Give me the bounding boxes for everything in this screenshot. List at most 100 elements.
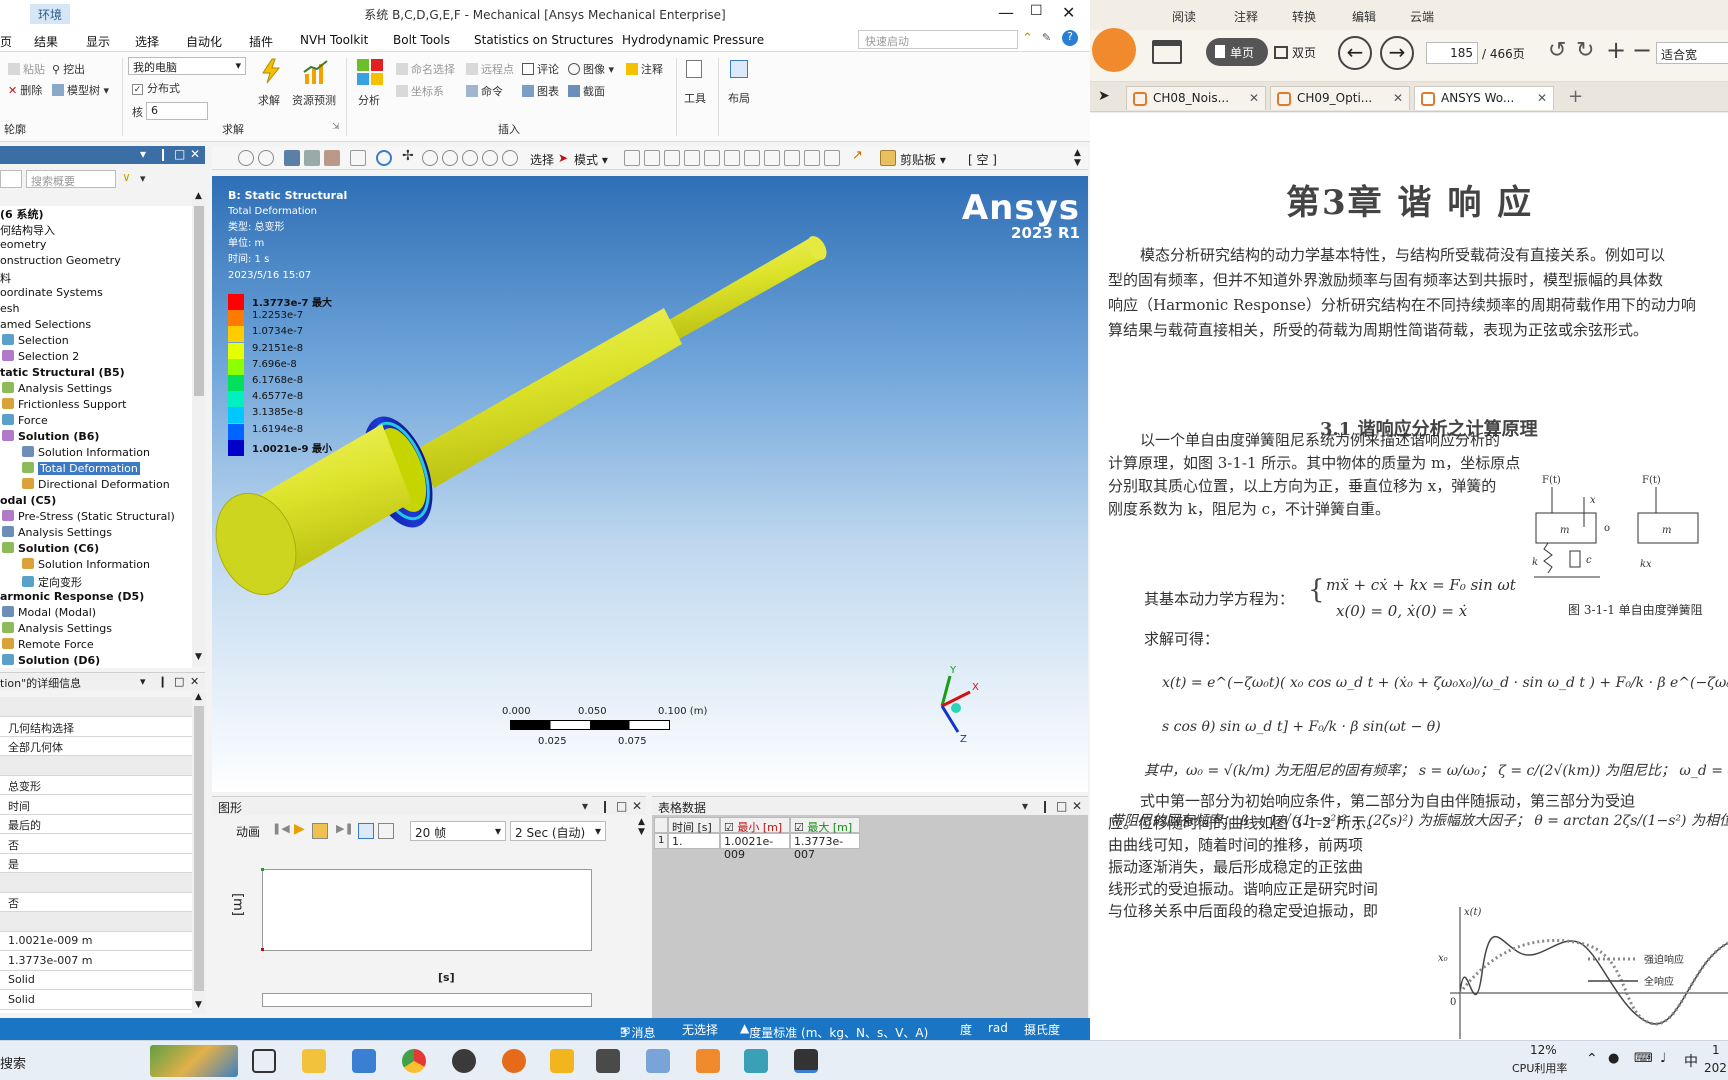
- select-all-icon[interactable]: [784, 150, 800, 166]
- coordinate-system-button[interactable]: 坐标系: [396, 83, 444, 99]
- select-node-icon[interactable]: [704, 150, 720, 166]
- tree-search-input[interactable]: 搜索概要: [26, 170, 116, 188]
- menu-read[interactable]: 阅读: [1172, 8, 1196, 25]
- zoom-fit-icon[interactable]: [462, 150, 478, 166]
- zoom-out-icon[interactable]: [258, 150, 274, 166]
- zoom-box-icon[interactable]: [442, 150, 458, 166]
- remote-point-button[interactable]: 远程点: [466, 61, 514, 77]
- temperature-unit-status[interactable]: 摄氏度: [1024, 1021, 1060, 1038]
- table-header-max[interactable]: ☑ 最大 [m]: [790, 817, 860, 834]
- microphone-tray-icon[interactable]: ●: [1608, 1051, 1619, 1066]
- close-tab-icon[interactable]: ✕: [1393, 91, 1403, 105]
- camera-app-icon[interactable]: [452, 1049, 476, 1073]
- zoom-in-icon[interactable]: +: [1606, 36, 1626, 64]
- image-button[interactable]: 图像 ▾: [568, 61, 614, 77]
- close-icon[interactable]: ✕: [632, 799, 642, 813]
- tree-node[interactable]: Solution Information: [22, 446, 150, 462]
- mechanical-app-icon[interactable]: [794, 1049, 818, 1073]
- table-header-min[interactable]: ☑ 最小 [m]: [720, 817, 790, 834]
- doc-tab-ch09[interactable]: CH09_Opti... ✕: [1270, 86, 1410, 110]
- tree-node[interactable]: Frictionless Support: [2, 398, 127, 414]
- next-frame-icon[interactable]: ▶❚: [336, 822, 354, 835]
- doc-tab-ch08[interactable]: CH08_Nois... ✕: [1126, 86, 1266, 110]
- tree-node[interactable]: Analysis Settings: [2, 382, 112, 398]
- tools-icon[interactable]: [686, 60, 702, 78]
- tree-node[interactable]: Remote Force: [2, 638, 94, 654]
- tree-node[interactable]: Force: [2, 414, 48, 430]
- single-page-button[interactable]: 单页: [1206, 38, 1268, 66]
- probe-icon[interactable]: [824, 150, 840, 166]
- select-edge-icon[interactable]: [644, 150, 660, 166]
- comment-button[interactable]: 评论: [522, 61, 559, 77]
- command-button[interactable]: 命令: [466, 83, 503, 99]
- stop-icon[interactable]: [312, 823, 328, 839]
- tab-automation[interactable]: 自动化: [186, 33, 222, 50]
- tab-addins[interactable]: 插件: [249, 33, 273, 50]
- pin-icon[interactable]: ❙: [158, 147, 168, 161]
- details-row[interactable]: [0, 755, 192, 776]
- details-row[interactable]: 1.0021e-009 m: [0, 931, 192, 951]
- file-explorer-icon[interactable]: [302, 1049, 326, 1073]
- distributed-checkbox[interactable]: ✓ 分布式: [132, 80, 180, 96]
- select-element-icon[interactable]: [724, 150, 740, 166]
- notes-app-icon[interactable]: [744, 1049, 768, 1073]
- pan-icon[interactable]: ✢: [402, 148, 418, 164]
- details-row[interactable]: Solid: [0, 990, 192, 1010]
- tree-node[interactable]: Analysis Settings: [2, 622, 112, 638]
- previous-frame-icon[interactable]: ❚◀: [272, 822, 290, 835]
- annotation-button[interactable]: 注释: [626, 61, 663, 77]
- duration-select[interactable]: 2 Sec (自动) ▾: [510, 821, 606, 841]
- collapse-ribbon-icon[interactable]: ⌃: [1022, 31, 1033, 46]
- solve-button[interactable]: 求解: [258, 92, 280, 108]
- dropdown-icon[interactable]: ▾: [1022, 799, 1028, 813]
- dropdown-icon[interactable]: ▾: [140, 675, 146, 688]
- layout-button[interactable]: 布局: [728, 90, 750, 106]
- computer-select[interactable]: 我的电脑 ▾: [128, 57, 246, 75]
- details-row[interactable]: 否: [0, 892, 192, 912]
- section-button[interactable]: 截面: [568, 83, 605, 99]
- maximize-icon[interactable]: □: [616, 799, 627, 813]
- double-page-button[interactable]: 双页: [1274, 44, 1316, 61]
- scroll-up-icon[interactable]: ▲: [195, 692, 202, 702]
- select-label[interactable]: 选择: [530, 151, 554, 168]
- tab-display[interactable]: 显示: [86, 33, 110, 50]
- cores-input[interactable]: 6: [146, 102, 208, 120]
- layout-icon[interactable]: [730, 60, 748, 78]
- scroll-up-icon[interactable]: ▲: [195, 191, 202, 201]
- pin-icon[interactable]: ❙: [600, 799, 610, 813]
- tree-node[interactable]: Modal (Modal): [2, 606, 96, 622]
- tab-selection[interactable]: 选择: [135, 33, 159, 50]
- coordinate-triad[interactable]: Y X Z: [912, 666, 992, 746]
- table-cell-max[interactable]: 1.3773e-007: [790, 833, 860, 861]
- mode-button[interactable]: 模式 ▾: [574, 151, 608, 168]
- rotate-left-icon[interactable]: ↺: [1548, 38, 1566, 63]
- scroll-thumb[interactable]: [194, 206, 204, 396]
- graph-icon[interactable]: ↗: [852, 148, 868, 164]
- tray-expand-icon[interactable]: ⌃: [1586, 1051, 1598, 1067]
- menu-annotate[interactable]: 注释: [1234, 8, 1258, 25]
- magnifier-icon[interactable]: [482, 150, 498, 166]
- details-row[interactable]: 最后的: [0, 814, 192, 834]
- doc-tab-ansys[interactable]: ANSYS Wo... ✕: [1414, 86, 1554, 110]
- details-row[interactable]: 总变形: [0, 775, 192, 795]
- menu-cloud[interactable]: 云端: [1410, 8, 1434, 25]
- keyboard-icon[interactable]: ⌨: [1634, 1051, 1653, 1066]
- taskbar-search[interactable]: 搜索: [0, 1053, 26, 1072]
- volume-icon[interactable]: ♩: [1660, 1051, 1666, 1066]
- filter-select[interactable]: [0, 170, 22, 188]
- tree-node[interactable]: Solution (D6): [2, 654, 100, 668]
- chevron-down-icon[interactable]: ▾: [140, 172, 146, 185]
- tree-node[interactable]: Solution (B6): [2, 430, 99, 446]
- details-row[interactable]: [0, 697, 192, 717]
- tab-results[interactable]: 结果: [34, 33, 58, 50]
- maximize-icon[interactable]: □: [174, 147, 185, 161]
- workbench-icon[interactable]: [596, 1049, 620, 1073]
- analysis-button[interactable]: 分析: [358, 92, 380, 108]
- toolbar-overflow-icon[interactable]: ▲ ▼: [638, 817, 645, 837]
- tree-node[interactable]: Solution (C6): [2, 542, 99, 558]
- extend-selection-icon[interactable]: [744, 150, 760, 166]
- tree-node[interactable]: (6 系统): [0, 206, 44, 222]
- select-vertex-icon[interactable]: [624, 150, 640, 166]
- box-select-icon[interactable]: [350, 150, 366, 166]
- cut-button[interactable]: ⚲ 挖出: [52, 61, 85, 77]
